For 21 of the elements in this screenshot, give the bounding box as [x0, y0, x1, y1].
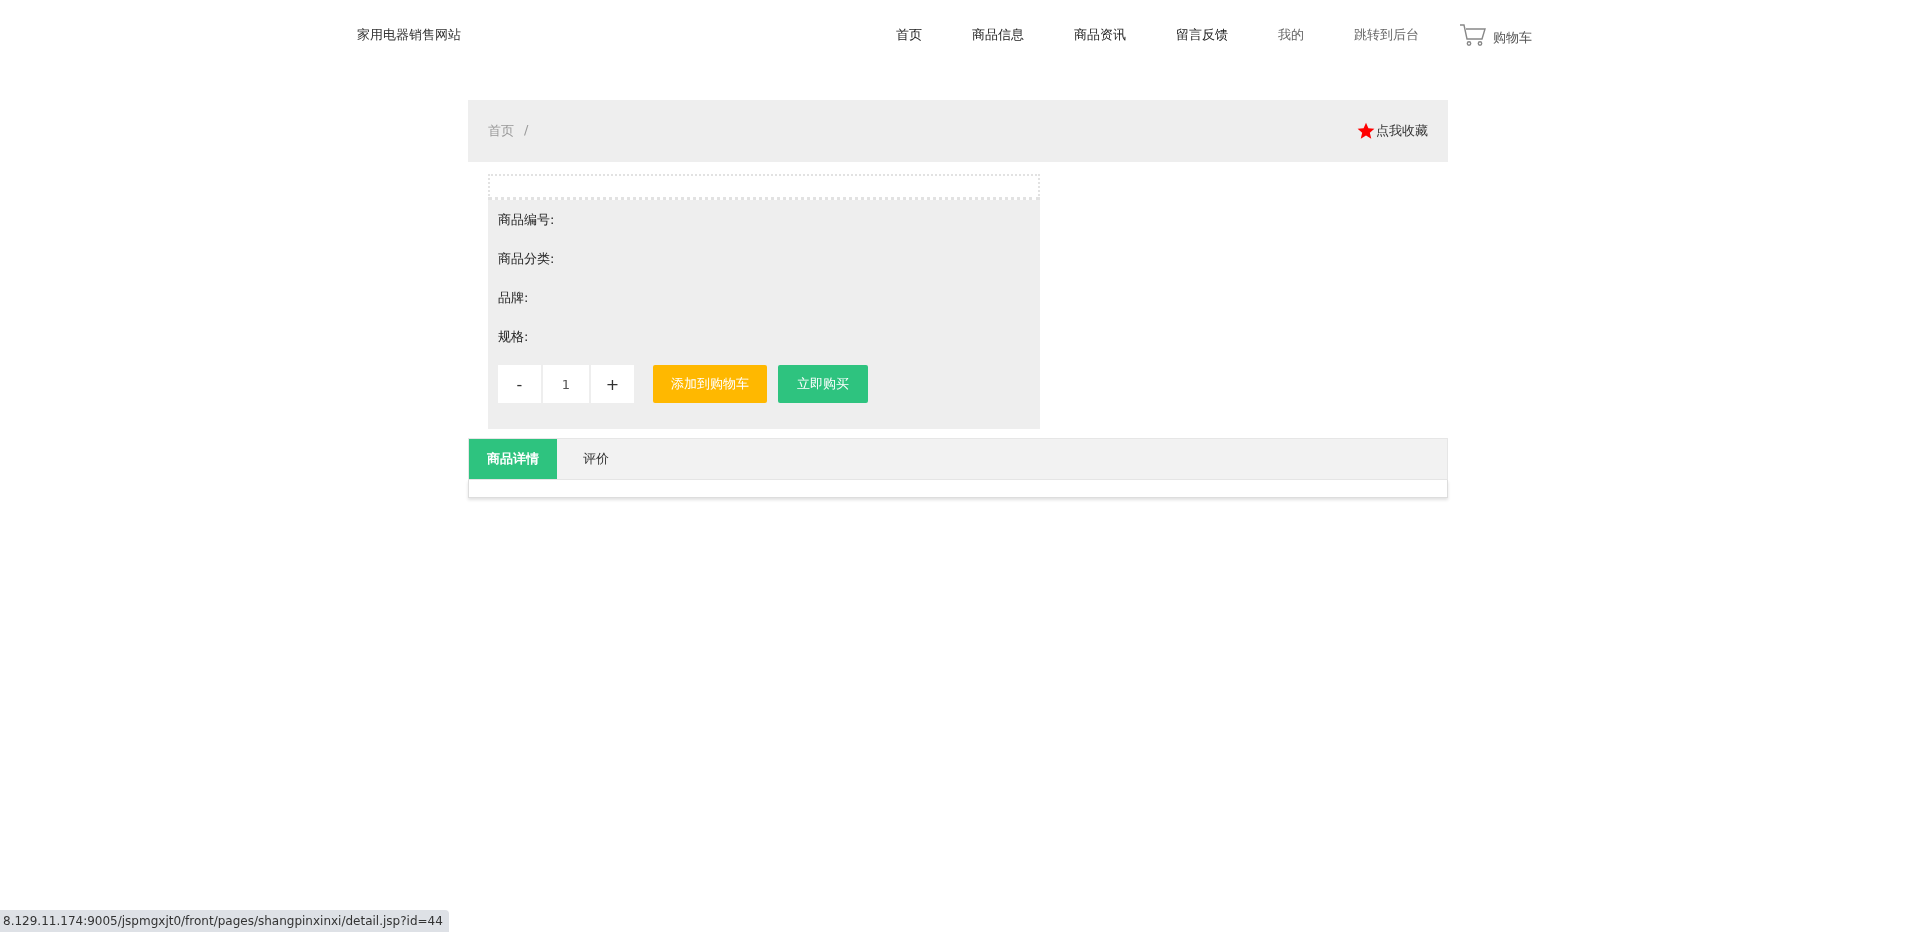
cart-icon	[1459, 23, 1487, 47]
field-label: 品牌:	[498, 289, 530, 307]
nav-link[interactable]: 首页	[896, 26, 922, 44]
favorite-link[interactable]: 点我收藏	[1357, 122, 1428, 140]
field-label: 规格:	[498, 328, 530, 346]
tab[interactable]: 评价	[557, 439, 635, 479]
breadcrumb-separator: /	[524, 122, 529, 139]
nav-link[interactable]: 跳转到后台	[1354, 26, 1419, 44]
site-title: 家用电器销售网站	[357, 26, 462, 44]
nav-link[interactable]: 商品信息	[972, 26, 1024, 44]
nav-link[interactable]: 商品资讯	[1074, 26, 1126, 44]
quantity-field[interactable]: 1	[543, 365, 589, 403]
star-icon	[1357, 122, 1375, 140]
minus-button[interactable]: -	[498, 365, 541, 403]
nav-link[interactable]: 我的	[1278, 26, 1304, 44]
nav-link[interactable]: 留言反馈	[1176, 26, 1228, 44]
field-label: 商品分类:	[498, 250, 556, 268]
plus-button[interactable]: +	[591, 365, 634, 403]
cart-link[interactable]: 购物车	[1459, 23, 1532, 47]
field-label: 商品编号:	[498, 211, 556, 229]
status-url: 8.129.11.174:9005/jspmgxjt0/front/pages/shangpinxinxi/detail.jsp?id=44	[0, 910, 449, 932]
